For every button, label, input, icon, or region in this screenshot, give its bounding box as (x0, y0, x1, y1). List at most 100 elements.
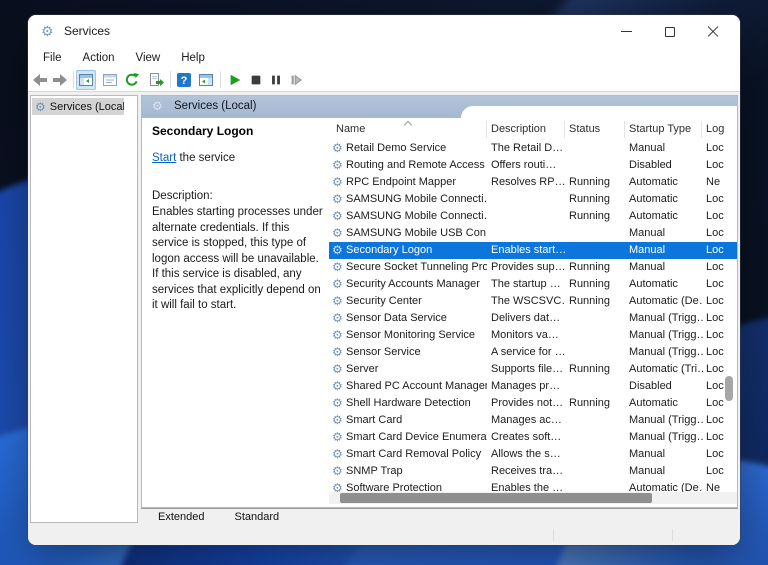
maximize-button[interactable] (648, 15, 691, 48)
service-name: SAMSUNG Mobile Connecti… (346, 208, 487, 225)
service-name: Routing and Remote Access (346, 157, 487, 174)
service-name: Sensor Service (346, 344, 487, 361)
service-name: Security Accounts Manager (346, 276, 487, 293)
service-startup-type: Manual (629, 242, 703, 259)
service-row[interactable]: ⚙Shared PC Account ManagerManages pr…Dis… (329, 378, 737, 395)
start-service-link[interactable]: Start (152, 152, 176, 164)
vertical-scrollbar-thumb[interactable] (725, 376, 733, 401)
service-row[interactable]: ⚙ServerSupports file…RunningAutomatic (T… (329, 361, 737, 378)
service-name: SAMSUNG Mobile Connecti… (346, 191, 487, 208)
service-row[interactable]: ⚙SAMSUNG Mobile Connecti…RunningAutomati… (329, 191, 737, 208)
column-separator[interactable] (564, 121, 565, 138)
column-header-startup-type[interactable]: Startup Type (629, 123, 691, 135)
service-startup-type: Manual (Trigg… (629, 327, 703, 344)
horizontal-scrollbar-thumb[interactable] (340, 493, 652, 503)
column-header-status[interactable]: Status (569, 123, 600, 135)
column-header-log-on-as[interactable]: Log (706, 123, 724, 135)
service-row[interactable]: ⚙Smart Card Device Enumerat…Creates soft… (329, 429, 737, 446)
forward-icon[interactable] (50, 70, 70, 90)
service-description: Allows the s… (491, 446, 565, 463)
service-row[interactable]: ⚙Security Accounts ManagerThe startup …R… (329, 276, 737, 293)
service-description: Supports file… (491, 361, 565, 378)
tab-standard[interactable]: Standard (221, 509, 292, 526)
service-row[interactable]: ⚙Shell Hardware DetectionProvides not…Ru… (329, 395, 737, 412)
list-header: Name Description Status Startup Type Log (329, 118, 737, 140)
column-separator[interactable] (624, 121, 625, 138)
export-list-icon[interactable] (146, 70, 166, 90)
service-startup-type: Automatic (629, 174, 703, 191)
pause-service-icon[interactable] (266, 70, 286, 90)
services-list: Name Description Status Startup Type Log… (329, 118, 737, 507)
toolbar-separator (170, 71, 171, 88)
service-startup-type: Disabled (629, 157, 703, 174)
service-description: Manages pr… (491, 378, 565, 395)
services-node-icon: ⚙ (35, 101, 46, 113)
window-title: Services (64, 24, 110, 38)
properties-icon[interactable] (100, 70, 120, 90)
title-bar: ⚙ Services (28, 15, 740, 48)
service-startup-type: Disabled (629, 378, 703, 395)
services-app-icon: ⚙ (41, 23, 54, 39)
tab-extended[interactable]: Extended (145, 509, 217, 526)
service-startup-type: Manual (629, 225, 703, 242)
menu-action[interactable]: Action (80, 50, 118, 66)
service-row[interactable]: ⚙Sensor ServiceA service for …Manual (Tr… (329, 344, 737, 361)
status-separator (672, 529, 673, 541)
menu-help[interactable]: Help (178, 50, 208, 66)
minimize-button[interactable] (605, 15, 648, 48)
service-row[interactable]: ⚙SAMSUNG Mobile Connecti…RunningAutomati… (329, 208, 737, 225)
service-startup-type: Automatic (Tri… (629, 361, 703, 378)
service-row[interactable]: ⚙Routing and Remote AccessOffers routi…D… (329, 157, 737, 174)
menu-bar: File Action View Help (28, 48, 740, 68)
service-name: Server (346, 361, 487, 378)
service-gear-icon: ⚙ (332, 158, 343, 173)
service-log-on-as: Loc (706, 242, 737, 259)
refresh-icon[interactable] (122, 70, 142, 90)
pane-header-icon: ⚙ (152, 100, 163, 112)
column-separator[interactable] (486, 121, 487, 138)
service-row[interactable]: ⚙Secondary LogonEnables start…ManualLoc (329, 242, 737, 259)
service-row[interactable]: ⚙Security CenterThe WSCSVC…RunningAutoma… (329, 293, 737, 310)
service-row[interactable]: ⚙SAMSUNG Mobile USB Con…ManualLoc (329, 225, 737, 242)
service-description: Receives tra… (491, 463, 565, 480)
column-separator[interactable] (701, 121, 702, 138)
service-row[interactable]: ⚙SNMP TrapReceives tra…ManualLoc (329, 463, 737, 480)
menu-file[interactable]: File (40, 50, 65, 66)
service-row[interactable]: ⚙Secure Socket Tunneling Pro…Provides su… (329, 259, 737, 276)
show-action-pane-icon[interactable] (196, 70, 216, 90)
menu-view[interactable]: View (133, 50, 164, 66)
desktop-wallpaper: ⚙ Services File Action View Help (0, 0, 768, 565)
service-status: Running (569, 361, 625, 378)
back-icon[interactable] (30, 70, 50, 90)
service-log-on-as: Loc (706, 310, 737, 327)
service-gear-icon: ⚙ (332, 362, 343, 377)
service-startup-type: Automatic (629, 276, 703, 293)
service-name: Secondary Logon (346, 242, 487, 259)
help-icon[interactable]: ? (174, 70, 194, 90)
service-row[interactable]: ⚙Sensor Monitoring ServiceMonitors va…Ma… (329, 327, 737, 344)
service-row[interactable]: ⚙Retail Demo ServiceThe Retail D…ManualL… (329, 140, 737, 157)
service-gear-icon: ⚙ (332, 141, 343, 156)
tree-item-services-local[interactable]: ⚙ Services (Local) (32, 98, 124, 115)
service-row[interactable]: ⚙Sensor Data ServiceDelivers dat…Manual … (329, 310, 737, 327)
service-description: The startup … (491, 276, 565, 293)
horizontal-scrollbar[interactable] (329, 492, 737, 504)
console-tree-pane: ⚙ Services (Local) (30, 95, 138, 523)
service-startup-type: Automatic (629, 395, 703, 412)
service-gear-icon: ⚙ (332, 226, 343, 241)
pane-header-title: Services (Local) (174, 100, 256, 112)
service-row[interactable]: ⚙RPC Endpoint MapperResolves RP…RunningA… (329, 174, 737, 191)
restart-service-icon[interactable] (286, 70, 306, 90)
column-header-name[interactable]: Name (336, 123, 365, 135)
service-row[interactable]: ⚙Smart CardManages ac…Manual (Trigg…Loc (329, 412, 737, 429)
stop-service-icon[interactable] (246, 70, 266, 90)
show-console-tree-icon[interactable] (76, 70, 96, 90)
column-header-description[interactable]: Description (491, 123, 546, 135)
start-service-icon[interactable] (225, 70, 245, 90)
service-description: Resolves RP… (491, 174, 565, 191)
service-gear-icon: ⚙ (332, 413, 343, 428)
service-row[interactable]: ⚙Smart Card Removal PolicyAllows the s…M… (329, 446, 737, 463)
close-button[interactable] (691, 15, 734, 48)
service-log-on-as: Loc (706, 191, 737, 208)
service-description: The Retail D… (491, 140, 565, 157)
